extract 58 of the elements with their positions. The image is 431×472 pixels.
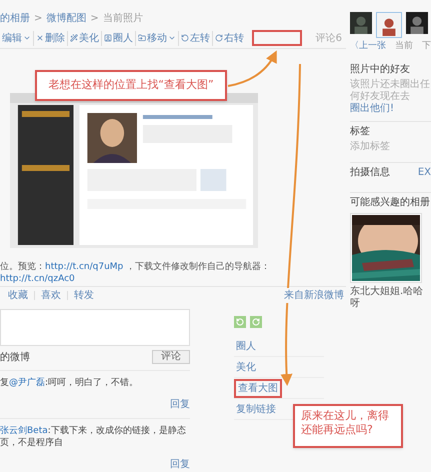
photo-menu-item[interactable]: 美化: [234, 360, 258, 375]
source-text: 来自新浪微博: [284, 288, 344, 304]
rotate-left-icon: [236, 318, 244, 326]
photo-menu-item[interactable]: 查看大图: [234, 378, 282, 398]
current-label: 当前: [395, 40, 413, 53]
breadcrumb-separator: >: [90, 12, 99, 26]
share-label: 的微博: [0, 350, 30, 365]
callout-note: 原来在这儿，离得还能再远点吗?: [293, 404, 403, 448]
wand-icon: [70, 34, 78, 42]
section-title: 标签: [350, 120, 431, 138]
toolbar-button[interactable]: 编辑: [0, 30, 33, 46]
friends-hint: 该照片还未圈出任何好友现在去 圈出他们!: [350, 78, 431, 114]
user-link[interactable]: 张云剑Beta: [0, 426, 48, 436]
rotate-left-icon: [181, 34, 189, 42]
photo-caption: 位。预览：http://t.cn/q7uMp ，下载文件修改制作自己的导航器： http://t.cn/qzAc0: [0, 261, 272, 286]
action-link[interactable]: 收藏: [8, 288, 28, 304]
caption-link[interactable]: http://t.cn/qzAc0: [0, 274, 75, 284]
photo-menu-item[interactable]: 圈人: [234, 338, 258, 354]
comment-text: 复@尹广磊:呵呵，明白了，不错。: [0, 377, 140, 390]
section-title: 照片中的好友: [350, 62, 411, 76]
rotate-left-button[interactable]: [234, 316, 246, 328]
folder-icon: [138, 34, 146, 42]
reply-link[interactable]: 回复: [170, 397, 190, 412]
rotate-right-icon: [215, 34, 223, 42]
album-caption[interactable]: 东北大姐姐.哈哈呀: [350, 286, 431, 310]
exif-link[interactable]: EX: [418, 164, 431, 180]
section-title: 可能感兴趣的相册: [350, 192, 431, 208]
rotate-right-button[interactable]: [250, 316, 262, 328]
action-link[interactable]: 喜欢: [41, 288, 61, 304]
comment-text: 张云剑Beta:下载下来，改成你的链接，是静态页，不是程序自: [0, 425, 187, 450]
action-link[interactable]: 转发: [74, 288, 94, 304]
toolbar-button[interactable]: 美化: [67, 30, 101, 46]
arrow: [228, 50, 277, 87]
toolbar-button[interactable]: 删除: [33, 30, 67, 46]
previous-link[interactable]: 〈上一张: [350, 40, 386, 54]
highlight-frame: [252, 30, 302, 46]
add-tag-link[interactable]: 添加标签: [350, 138, 431, 154]
close-icon: [36, 34, 44, 42]
rotate-right-icon: [252, 318, 260, 326]
breadcrumb-link[interactable]: 微博配图: [46, 11, 86, 26]
comment-count[interactable]: 评论6: [316, 30, 346, 46]
toolbar-button[interactable]: 右转: [212, 30, 246, 46]
caption-link[interactable]: http://t.cn/q7uMp: [45, 262, 124, 272]
comment-submit-button[interactable]: 评论: [152, 350, 190, 364]
callout-note: 老想在这样的位置上找“查看大图”: [35, 70, 227, 101]
toolbar-button[interactable]: 圈人: [101, 30, 135, 46]
breadcrumb-link[interactable]: 的相册: [0, 11, 30, 26]
next-link[interactable]: 下: [422, 40, 431, 54]
photo-menu-item[interactable]: 复制链接: [234, 402, 278, 417]
breadcrumb-separator: >: [34, 12, 42, 26]
toolbar-button[interactable]: 左转: [178, 30, 212, 46]
section-title: 拍摄信息: [350, 166, 390, 180]
person-icon: [104, 34, 112, 42]
toolbar-button[interactable]: 移动: [135, 30, 178, 46]
reply-link[interactable]: 回复: [170, 457, 190, 472]
user-link[interactable]: @尹广磊: [9, 378, 45, 388]
tag-friends-link[interactable]: 圈出他们!: [350, 102, 394, 114]
comment-field[interactable]: [0, 309, 190, 346]
